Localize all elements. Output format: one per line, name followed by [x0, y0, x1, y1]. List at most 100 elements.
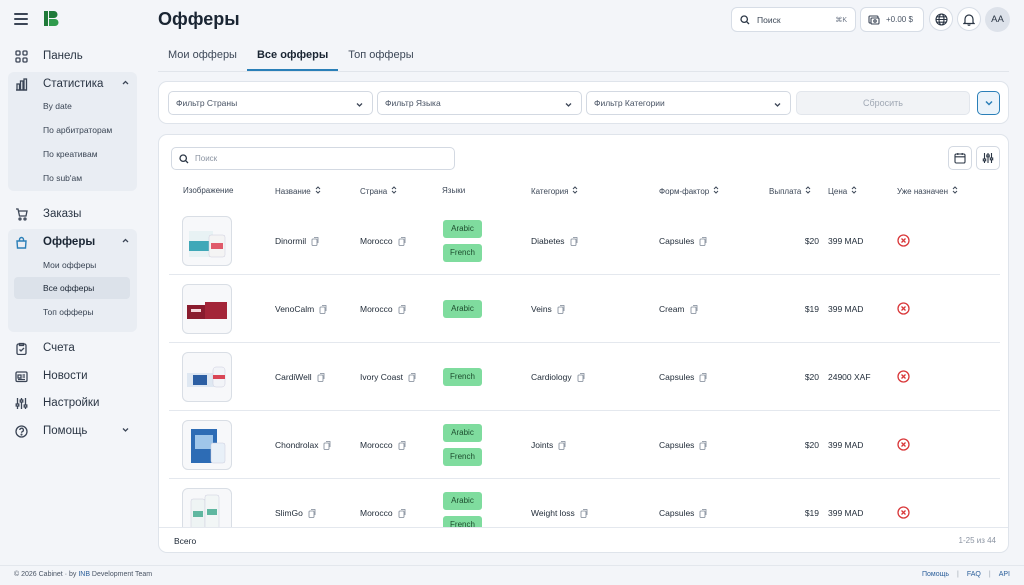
table-search[interactable]: [171, 147, 455, 170]
copy-icon[interactable]: [699, 440, 707, 450]
balance-button[interactable]: +0.00 $: [860, 7, 924, 32]
copy-icon[interactable]: [570, 236, 578, 246]
table-row[interactable]: Chondrolax Morocco Arabic French Joints …: [169, 411, 1000, 479]
language-badge: Arabic: [443, 492, 482, 510]
tab-my-offers[interactable]: Мои офферы: [158, 47, 247, 71]
sidebar-item-news[interactable]: Новости: [14, 365, 136, 387]
offer-name: Dinormil: [275, 236, 319, 246]
copy-icon[interactable]: [699, 236, 707, 246]
product-image: [182, 488, 232, 527]
sidebar-item-settings[interactable]: Настройки: [14, 392, 136, 414]
offer-category-text: Cardiology: [531, 372, 572, 382]
sidebar-item-label: Настройки: [43, 397, 100, 409]
sidebar-item-help[interactable]: Помощь: [14, 420, 136, 442]
column-header-price[interactable]: Цена: [828, 186, 857, 196]
offer-price: 399 MAD: [828, 304, 864, 314]
bell-icon: [963, 13, 975, 26]
copy-icon[interactable]: [577, 372, 585, 382]
sort-icon: [315, 186, 321, 196]
column-header-form-factor[interactable]: Форм-фактор: [659, 186, 719, 196]
table-row[interactable]: SlimGo Morocco Arabic French Weight loss…: [169, 479, 1000, 527]
table-row[interactable]: Dinormil Morocco Arabic French Diabetes …: [169, 207, 1000, 275]
table-row[interactable]: VenoCalm Morocco Arabic Veins Cream $19 …: [169, 275, 1000, 343]
copy-icon[interactable]: [398, 304, 406, 314]
footer-separator: |: [988, 571, 991, 578]
reset-filters-button[interactable]: Сбросить: [796, 91, 970, 115]
close-circle-icon[interactable]: [897, 302, 910, 320]
copy-icon[interactable]: [398, 508, 406, 518]
chart-bar-icon: [14, 77, 28, 91]
copy-icon[interactable]: [558, 440, 566, 450]
notifications-button[interactable]: [957, 7, 981, 31]
offer-country-text: Morocco: [360, 304, 393, 314]
copy-icon[interactable]: [580, 508, 588, 518]
column-header-name[interactable]: Название: [275, 186, 321, 196]
copy-icon[interactable]: [319, 304, 327, 314]
sliders-icon: [982, 152, 994, 164]
copy-icon[interactable]: [398, 440, 406, 450]
footer-help-link[interactable]: Помощь: [922, 571, 949, 578]
copy-icon[interactable]: [323, 440, 331, 450]
copy-icon[interactable]: [311, 236, 319, 246]
close-circle-icon[interactable]: [897, 370, 910, 388]
table-search-input[interactable]: [195, 154, 435, 163]
sort-icon: [851, 186, 857, 196]
language-filter[interactable]: Фильтр Языка: [377, 91, 582, 115]
column-label: Название: [275, 186, 311, 196]
copy-icon[interactable]: [557, 304, 565, 314]
close-circle-icon[interactable]: [897, 234, 910, 252]
sidebar-sub-by-creatives[interactable]: По креативам: [14, 143, 130, 165]
sidebar-item-statistics[interactable]: Статистика: [14, 73, 136, 95]
sidebar-sub-by-arbitrators[interactable]: По арбитраторам: [14, 119, 130, 141]
brand-link[interactable]: INB: [78, 571, 90, 578]
table-row[interactable]: CardiWell Ivory Coast French Cardiology …: [169, 343, 1000, 411]
footer-faq-link[interactable]: FAQ: [967, 571, 981, 578]
copy-icon[interactable]: [408, 372, 416, 382]
tab-all-offers[interactable]: Все офферы: [246, 47, 339, 71]
language-badge: Arabic: [443, 300, 482, 318]
offer-country: Morocco: [360, 236, 406, 246]
column-header-payout[interactable]: Выплата: [769, 186, 811, 196]
grid-icon: [14, 49, 28, 63]
copy-icon[interactable]: [308, 508, 316, 518]
sidebar-sub-my-offers[interactable]: Мои офферы: [14, 254, 130, 276]
copy-icon[interactable]: [398, 236, 406, 246]
date-range-button[interactable]: [948, 146, 972, 170]
sidebar-sub-by-date[interactable]: By date: [14, 95, 130, 117]
column-header-country[interactable]: Страна: [360, 186, 397, 196]
expand-filters-button[interactable]: [977, 91, 1000, 115]
language-button[interactable]: [929, 7, 953, 31]
bag-icon: [14, 235, 28, 249]
copy-icon[interactable]: [699, 508, 707, 518]
tab-top-offers[interactable]: Топ офферы: [338, 47, 423, 71]
copy-icon[interactable]: [317, 372, 325, 382]
offer-form-text: Capsules: [659, 372, 695, 382]
country-filter[interactable]: Фильтр Страны: [168, 91, 373, 115]
logo[interactable]: [44, 11, 60, 31]
close-circle-icon[interactable]: [897, 506, 910, 524]
offer-price: 399 MAD: [828, 440, 864, 450]
column-header-category[interactable]: Категория: [531, 186, 578, 196]
avatar[interactable]: AA: [985, 7, 1010, 32]
sidebar-sub-all-offers[interactable]: Все офферы: [14, 277, 130, 299]
filters-panel: Фильтр Страны Фильтр Языка Фильтр Катего…: [158, 81, 1009, 124]
sidebar-item-invoices[interactable]: Счета: [14, 337, 136, 359]
copy-icon[interactable]: [690, 304, 698, 314]
offer-price: 24900 XAF: [828, 372, 871, 382]
sidebar-item-offers[interactable]: Офферы: [14, 231, 136, 253]
category-filter[interactable]: Фильтр Категории: [586, 91, 791, 115]
close-circle-icon[interactable]: [897, 438, 910, 456]
columns-settings-button[interactable]: [976, 146, 1000, 170]
sidebar-sub-by-subs[interactable]: По sub'ам: [14, 167, 130, 189]
column-header-assigned[interactable]: Уже назначен: [897, 186, 958, 196]
global-search[interactable]: Поиск ⌘K: [731, 7, 856, 32]
offer-form-text: Cream: [659, 304, 685, 314]
sidebar-item-dashboard[interactable]: Панель: [14, 45, 136, 67]
footer-api-link[interactable]: API: [999, 571, 1010, 578]
menu-icon[interactable]: [14, 13, 28, 25]
sidebar-sub-top-offers[interactable]: Топ офферы: [14, 301, 130, 323]
sidebar-item-orders[interactable]: Заказы: [14, 203, 136, 225]
offer-name-text: SlimGo: [275, 508, 303, 518]
copy-icon[interactable]: [699, 372, 707, 382]
offer-name: Chondrolax: [275, 440, 331, 450]
